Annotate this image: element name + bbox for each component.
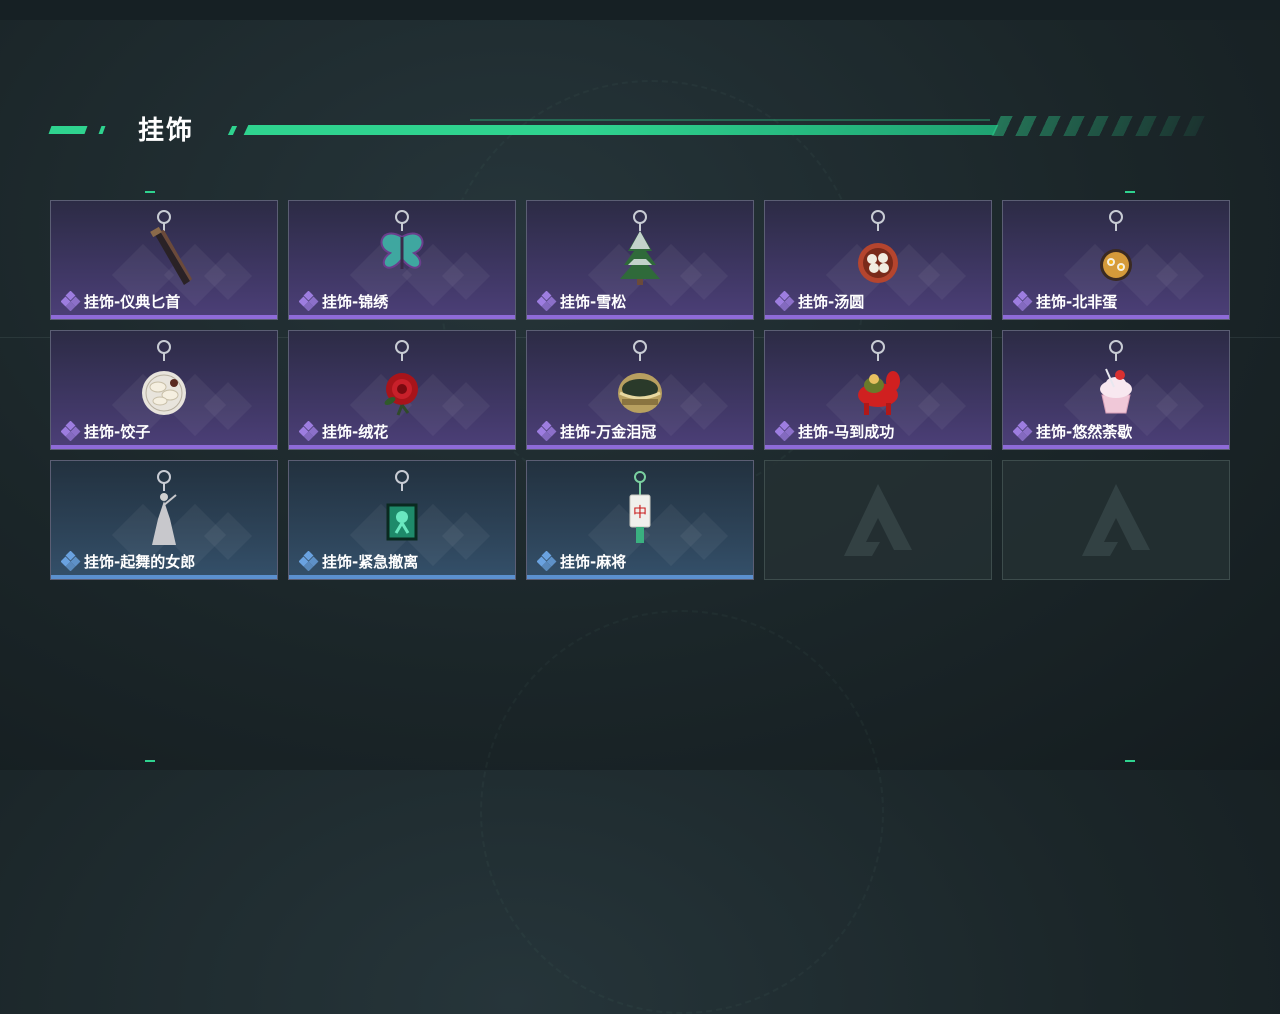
charm-name: 挂饰-汤圆: [798, 293, 865, 311]
corner-tick: [1125, 760, 1135, 762]
svg-text:中: 中: [633, 505, 647, 521]
butterfly-charm-icon: [380, 210, 424, 269]
rarity-diamond-icon: [61, 551, 81, 571]
charm-grid: 挂饰-仪典匕首 挂饰-锦绣 挂饰-雪松 挂饰-汤圆 挂饰-北非蛋 挂饰-饺子 挂饰-绒花 挂饰…: [50, 200, 1230, 580]
charm-name: 挂饰-锦绣: [322, 293, 389, 311]
game-logo-placeholder-icon: [844, 484, 912, 556]
golden-crown-charm-icon: [618, 340, 662, 413]
charm-card[interactable]: 挂饰-汤圆: [764, 200, 992, 320]
empty-slot: [1002, 460, 1230, 580]
charm-name: 挂饰-麻将: [560, 553, 627, 571]
charm-card[interactable]: 挂饰-万金泪冠: [526, 330, 754, 450]
rarity-diamond-icon: [61, 421, 81, 441]
mahjong-tile-charm-icon: 中: [629, 471, 651, 543]
charm-card[interactable]: 挂饰-悠然荼歇: [1002, 330, 1230, 450]
red-flower-charm-icon: [384, 340, 418, 416]
header-checker-pattern: [991, 116, 1207, 136]
header-accent-bar: [98, 126, 106, 134]
top-bar: [0, 0, 1280, 20]
tangyuan-bowl-charm-icon: [858, 210, 898, 283]
charm-card[interactable]: 挂饰-紧急撤离: [288, 460, 516, 580]
charm-card[interactable]: 挂饰-绒花: [288, 330, 516, 450]
header-thin-line: [470, 119, 990, 121]
charm-name: 挂饰-绒花: [322, 423, 389, 441]
charm-card[interactable]: 挂饰-饺子: [50, 330, 278, 450]
rarity-diamond-icon: [537, 421, 557, 441]
rarity-diamond-icon: [1013, 421, 1033, 441]
section-header: 挂饰: [48, 108, 1210, 148]
rarity-diamond-icon: [537, 551, 557, 571]
charm-name: 挂饰-仪典匕首: [84, 293, 181, 311]
charm-card[interactable]: 挂饰-雪松: [526, 200, 754, 320]
shakshuka-charm-icon: [1100, 210, 1132, 281]
charm-card[interactable]: 挂饰-北非蛋: [1002, 200, 1230, 320]
charm-name: 挂饰-雪松: [560, 293, 627, 311]
rarity-diamond-icon: [299, 291, 319, 311]
charm-name: 挂饰-饺子: [84, 423, 151, 441]
dancing-lady-charm-icon: [152, 470, 177, 545]
snow-pine-charm-icon: [620, 210, 660, 285]
cupcake-charm-icon: [1100, 340, 1132, 414]
corner-tick: [145, 760, 155, 762]
red-horse-charm-icon: [858, 340, 900, 415]
ceremonial-dagger-charm-icon: [150, 210, 192, 285]
dumpling-plate-charm-icon: [142, 340, 186, 415]
charm-name: 挂饰-北非蛋: [1036, 293, 1118, 311]
rarity-diamond-icon: [775, 291, 795, 311]
rarity-diamond-icon: [299, 551, 319, 571]
emergency-exit-charm-icon: [386, 470, 418, 541]
background-ring: [480, 610, 884, 1014]
charm-card[interactable]: 中挂饰-麻将: [526, 460, 754, 580]
charm-name: 挂饰-马到成功: [798, 423, 895, 441]
charm-name: 挂饰-悠然荼歇: [1036, 423, 1133, 441]
rarity-diamond-icon: [1013, 291, 1033, 311]
rarity-diamond-icon: [61, 291, 81, 311]
empty-slot: [764, 460, 992, 580]
section-title: 挂饰: [138, 116, 195, 146]
rarity-diamond-icon: [775, 421, 795, 441]
header-accent-bar: [48, 126, 88, 134]
corner-tick: [145, 191, 155, 193]
header-slash: [227, 126, 238, 135]
charm-name: 挂饰-紧急撤离: [322, 553, 419, 571]
charm-card[interactable]: 挂饰-仪典匕首: [50, 200, 278, 320]
charm-card[interactable]: 挂饰-锦绣: [288, 200, 516, 320]
rarity-diamond-icon: [299, 421, 319, 441]
game-logo-placeholder-icon: [1082, 484, 1150, 556]
charm-card[interactable]: 挂饰-马到成功: [764, 330, 992, 450]
corner-tick: [1125, 191, 1135, 193]
rarity-diamond-icon: [537, 291, 557, 311]
header-stripe: [243, 125, 999, 135]
charm-name: 挂饰-万金泪冠: [560, 423, 657, 441]
charm-name: 挂饰-起舞的女郎: [84, 553, 196, 571]
charm-card[interactable]: 挂饰-起舞的女郎: [50, 460, 278, 580]
